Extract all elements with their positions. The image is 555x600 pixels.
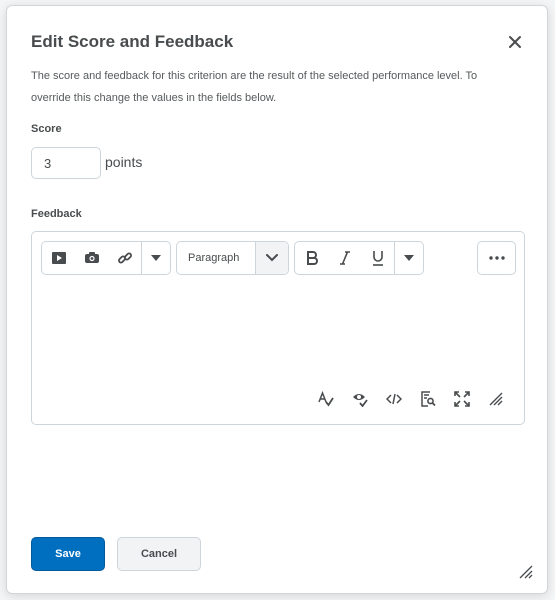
close-icon[interactable] [505, 32, 525, 52]
underline-icon[interactable] [361, 242, 394, 274]
score-label: Score [31, 123, 62, 135]
preview-icon[interactable] [411, 387, 445, 411]
dialog-resize-icon[interactable] [519, 565, 533, 579]
camera-icon[interactable] [75, 242, 108, 274]
more-icon [478, 242, 515, 274]
points-label: points [105, 154, 143, 170]
format-select[interactable]: Paragraph [176, 241, 289, 275]
italic-icon[interactable] [328, 242, 361, 274]
score-input[interactable] [31, 147, 101, 179]
link-icon[interactable] [108, 242, 141, 274]
chevron-down-icon[interactable] [395, 242, 423, 274]
save-button[interactable]: Save [31, 537, 105, 571]
bold-icon[interactable] [295, 242, 328, 274]
feedback-label: Feedback [31, 208, 82, 220]
chevron-down-icon [254, 242, 288, 274]
chevron-down-icon[interactable] [142, 242, 170, 274]
feedback-editor[interactable]: Paragraph [31, 231, 525, 425]
video-icon[interactable] [42, 242, 75, 274]
source-code-icon[interactable] [377, 387, 411, 411]
dialog-description: The score and feedback for this criterio… [31, 70, 478, 104]
edit-score-dialog: Edit Score and Feedback The score and fe… [6, 5, 548, 594]
accessibility-check-icon[interactable] [343, 387, 377, 411]
resize-handle-icon[interactable] [479, 387, 513, 411]
spellcheck-icon[interactable] [309, 387, 343, 411]
fullscreen-icon[interactable] [445, 387, 479, 411]
format-select-value: Paragraph [188, 252, 240, 264]
editor-footer-tools [309, 387, 513, 411]
background-page-right [549, 0, 555, 600]
dialog-title: Edit Score and Feedback [31, 32, 234, 51]
insert-toolbar-group [41, 241, 171, 275]
more-button[interactable] [477, 241, 516, 275]
cancel-button[interactable]: Cancel [117, 537, 201, 571]
text-style-toolbar-group [294, 241, 424, 275]
